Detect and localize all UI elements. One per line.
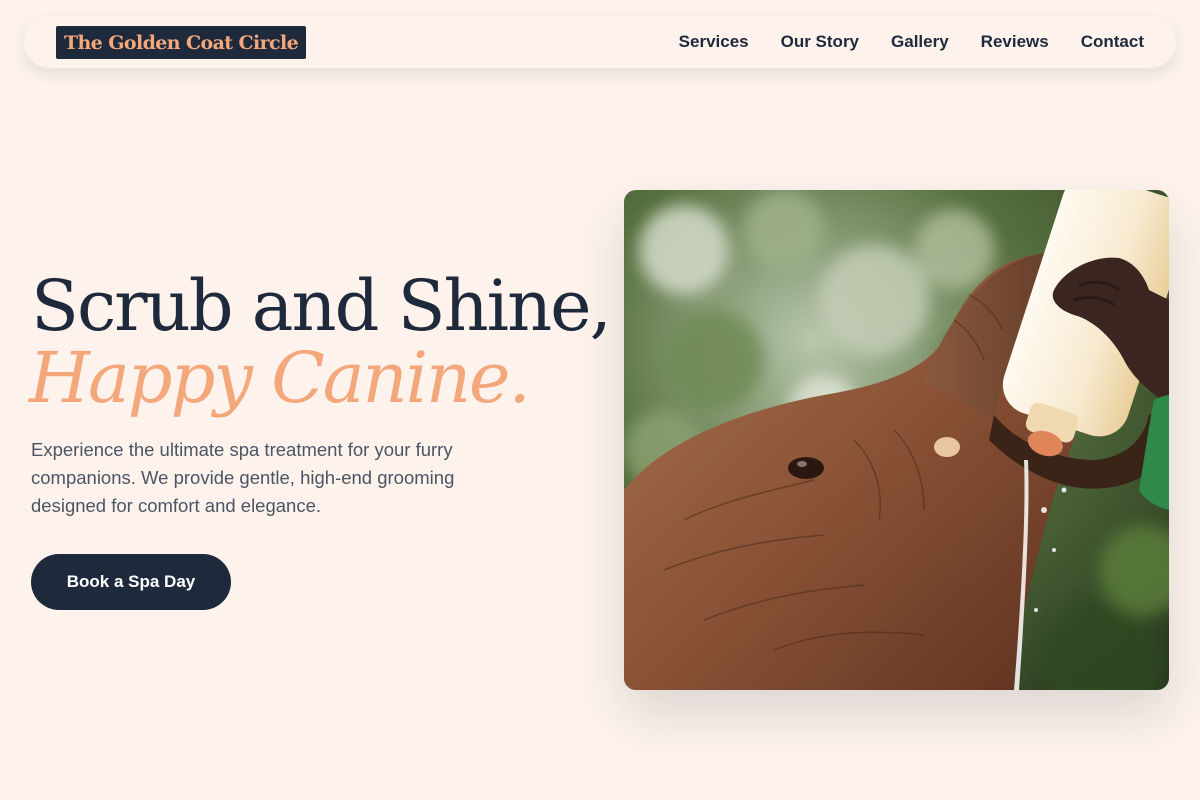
brand-logo[interactable]: The Golden Coat Circle: [56, 25, 307, 59]
hero-headline: Scrub and Shine, Happy Canine.: [29, 265, 612, 419]
hero-text: Scrub and Shine, Happy Canine. Experienc…: [29, 265, 612, 610]
top-navbar: The Golden Coat Circle Services Our Stor…: [24, 16, 1176, 68]
hero-description: Experience the ultimate spa treatment fo…: [31, 439, 455, 516]
nav-link-gallery[interactable]: Gallery: [891, 32, 949, 52]
nav-link-reviews[interactable]: Reviews: [981, 32, 1049, 52]
nav-links: Services Our Story Gallery Reviews Conta…: [679, 32, 1144, 52]
nav-link-services[interactable]: Services: [679, 32, 749, 52]
nav-link-our-story[interactable]: Our Story: [781, 32, 859, 52]
headline-line-2: Happy Canine.: [29, 337, 531, 419]
book-spa-day-button[interactable]: Book a Spa Day: [31, 554, 231, 610]
hero-image: [624, 190, 1169, 690]
elephant-feeding-photo: [624, 190, 1169, 690]
nav-link-contact[interactable]: Contact: [1081, 32, 1144, 52]
headline-line-1: Scrub and Shine,: [31, 265, 612, 347]
